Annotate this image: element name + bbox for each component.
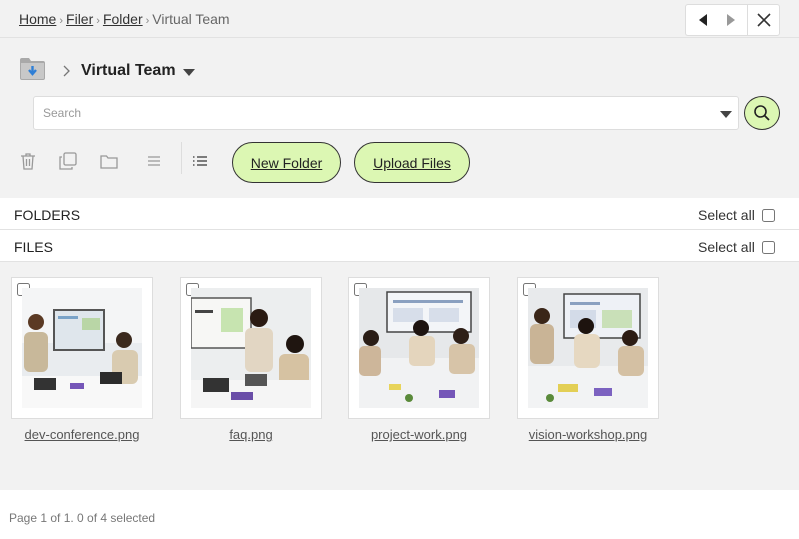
next-button[interactable]	[716, 5, 746, 35]
file-thumbnail	[22, 288, 142, 408]
delete-button[interactable]	[17, 150, 39, 172]
folder-download-icon	[20, 58, 45, 80]
folder-icon	[100, 154, 118, 169]
caret-down-icon[interactable]	[183, 69, 195, 77]
top-bar: Home › Filer › Folder › Virtual Team	[0, 0, 799, 38]
move-button[interactable]	[98, 150, 120, 172]
files-label: FILES	[14, 239, 53, 255]
file-name-link[interactable]: project-work.png	[335, 427, 503, 442]
file-tile[interactable]	[348, 277, 490, 419]
breadcrumb-filer[interactable]: Filer	[66, 11, 93, 27]
select-all-files-label: Select all	[698, 239, 755, 255]
caret-right-icon	[727, 14, 735, 26]
file-tile[interactable]	[11, 277, 153, 419]
file-thumbnail	[528, 288, 648, 408]
select-all-files-checkbox[interactable]	[762, 241, 775, 254]
search-box	[33, 96, 739, 130]
search-input[interactable]	[34, 97, 694, 129]
breadcrumb-home[interactable]: Home	[19, 11, 56, 27]
caret-left-icon	[699, 14, 707, 26]
file-name-link[interactable]: dev-conference.png	[0, 427, 166, 442]
copy-icon	[59, 152, 77, 170]
view-list-button[interactable]	[189, 150, 211, 172]
select-all-folders-checkbox[interactable]	[762, 209, 775, 222]
search-options-caret-icon[interactable]	[720, 111, 732, 119]
toolbar-divider	[181, 142, 182, 174]
file-tile[interactable]	[180, 277, 322, 419]
view-compact-button[interactable]	[143, 150, 165, 172]
footer: Page 1 of 1. 0 of 4 selected	[0, 490, 799, 539]
chevron-right-icon	[63, 65, 70, 77]
breadcrumb-current: Virtual Team	[152, 11, 230, 27]
file-tile[interactable]	[517, 277, 659, 419]
new-folder-button[interactable]: New Folder	[232, 142, 341, 183]
folders-section: FOLDERS Select all	[0, 198, 799, 230]
breadcrumb-folder[interactable]: Folder	[103, 11, 143, 27]
file-thumbnail	[191, 288, 311, 408]
folders-label: FOLDERS	[14, 207, 81, 223]
file-thumbnail	[359, 288, 479, 408]
breadcrumb: Home › Filer › Folder › Virtual Team	[19, 11, 230, 27]
close-button[interactable]	[747, 4, 780, 36]
prev-button[interactable]	[688, 5, 718, 35]
file-name-link[interactable]: vision-workshop.png	[504, 427, 672, 442]
copy-button[interactable]	[57, 150, 79, 172]
nav-group	[685, 4, 747, 36]
close-icon	[756, 13, 771, 27]
folder-title: Virtual Team	[81, 62, 176, 79]
upload-files-button[interactable]: Upload Files	[354, 142, 470, 183]
menu-icon	[148, 156, 160, 166]
search-button[interactable]	[744, 96, 780, 130]
select-all-folders-label: Select all	[698, 207, 755, 223]
file-name-link[interactable]: faq.png	[167, 427, 335, 442]
files-section: FILES Select all	[0, 230, 799, 262]
pagination-status: Page 1 of 1. 0 of 4 selected	[9, 511, 156, 525]
trash-icon	[21, 153, 35, 170]
list-icon	[193, 156, 207, 166]
search-icon	[754, 105, 770, 121]
